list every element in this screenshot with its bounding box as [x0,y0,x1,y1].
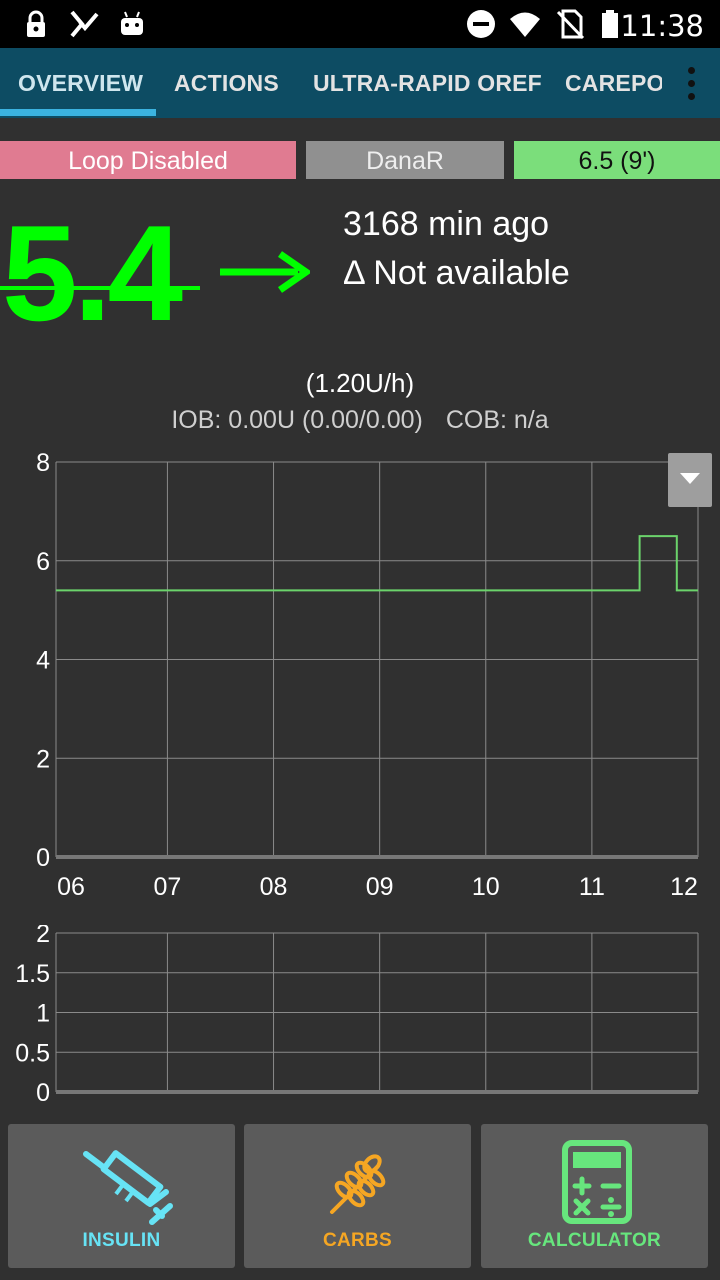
iob-cob-line: IOB: 0.00U (0.00/0.00) COB: n/a [0,406,720,435]
x-tick-label: 06 [57,873,85,901]
active-tab-indicator [0,109,156,116]
overflow-menu-icon[interactable] [662,48,720,118]
graph-options-dropdown[interactable] [668,453,712,507]
tab-ultra-rapid-oref[interactable]: ULTRA-RAPID OREF [313,48,542,118]
carbs-button[interactable]: CARBS [244,1124,471,1268]
x-tick-label: 10 [472,873,500,901]
iob-label: IOB: [171,406,222,434]
task-check-icon [70,10,99,38]
do-not-disturb-icon [467,10,495,38]
y-tick-label: 1.5 [15,960,50,988]
lock-icon [27,10,45,37]
iob-value: 0.00U (0.00/0.00) [228,406,423,434]
insulin-button[interactable]: INSULIN [8,1124,235,1268]
bg-value: 5.4 [2,197,183,349]
basal-rate[interactable]: (1.20U/h) [0,368,720,399]
x-tick-label: 11 [579,873,605,901]
calculator-button[interactable]: CALCULATOR [481,1124,708,1268]
x-tick-label: 08 [260,873,288,901]
wifi-icon [510,12,540,37]
calculator-icon [562,1140,632,1224]
insulin-label: INSULIN [82,1230,161,1251]
tab-overview[interactable]: OVERVIEW [18,48,143,118]
cob-value: n/a [513,406,549,434]
carbs-label: CARBS [322,1230,393,1251]
y-tick-label: 1 [36,1000,50,1028]
y-tick-label: 2 [36,745,50,773]
iob-info[interactable]: IOB: 0.00U (0.00/0.00) [171,406,423,434]
y-tick-label: 0 [36,844,50,872]
y-tick-label: 6 [36,548,50,576]
bg-series-line [56,535,698,592]
bg-graph[interactable]: 8 6 4 2 006 07 08 09 10 11 12 [0,450,720,910]
y-tick-label: 8 [36,450,50,477]
cob-label: COB: [445,406,507,434]
clock: 11:38 [620,9,704,43]
calculator-label: CALCULATOR [527,1230,662,1251]
tab-actions[interactable]: ACTIONS [174,48,279,118]
arrow-right-icon [220,251,310,293]
loop-status[interactable]: Loop Disabled [0,141,296,179]
status-bar: 11:38 [0,0,720,48]
x-tick-label: 12 [670,873,698,901]
cob-info[interactable]: COB: n/a [446,406,549,434]
bg-delta: Δ Not available [343,254,570,292]
x-tick-label: 07 [154,873,182,901]
profile-status[interactable]: 6.5 (9') [514,141,720,179]
bg-outdated-strike [0,286,200,290]
wheat-icon [330,1154,386,1214]
y-tick-label: 0 [36,1079,50,1107]
android-icon [121,11,143,35]
iob-graph[interactable]: 2 1.5 1 0.5 0 [0,925,720,1115]
pump-status[interactable]: DanaR [306,141,504,179]
no-sim-icon [556,9,585,40]
bg-time-ago: 3168 min ago [343,205,550,243]
y-tick-label: 0.5 [15,1039,50,1067]
y-tick-label: 4 [36,647,50,675]
y-tick-label: 2 [36,925,50,948]
tab-bar: OVERVIEW ACTIONS ULTRA-RAPID OREF CAREPO… [0,48,720,118]
x-tick-label: 09 [366,873,394,901]
